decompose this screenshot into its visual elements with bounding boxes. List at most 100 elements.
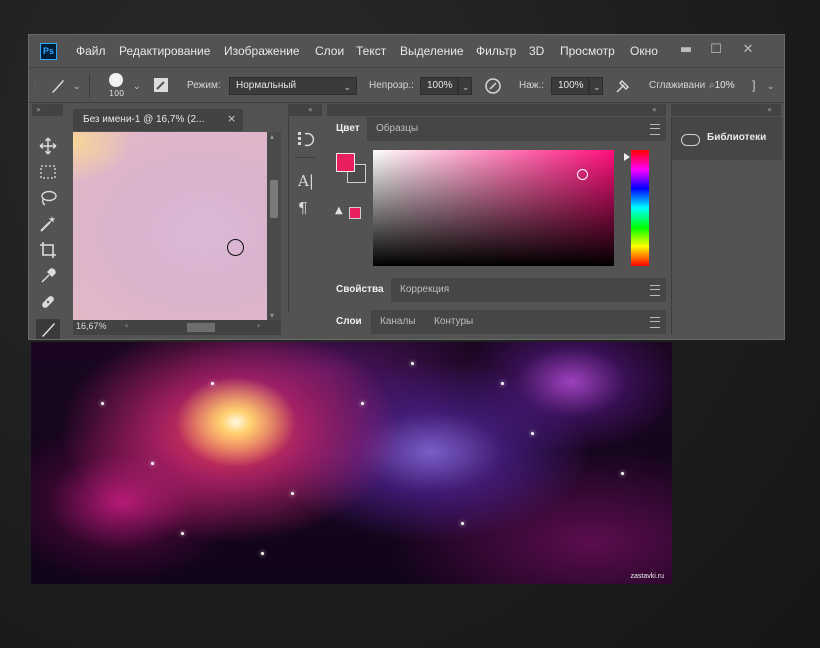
history-icon[interactable] bbox=[297, 130, 315, 148]
photoshop-logo: Ps bbox=[40, 43, 57, 60]
scroll-up-icon[interactable]: ▴ bbox=[270, 132, 274, 141]
menu-image[interactable]: Изображение bbox=[224, 44, 300, 58]
tab-channels[interactable]: Каналы bbox=[371, 310, 425, 334]
options-grip: ⋮ bbox=[31, 82, 39, 91]
lasso-tool-icon[interactable] bbox=[39, 189, 57, 207]
marquee-tool-icon[interactable] bbox=[39, 163, 57, 181]
flow-dropdown[interactable]: ⌄ bbox=[589, 77, 603, 95]
scrollbar-thumb[interactable] bbox=[270, 180, 278, 218]
bracket-icon: ] bbox=[751, 79, 756, 93]
menu-file[interactable]: Файл bbox=[76, 44, 106, 58]
star bbox=[531, 432, 534, 435]
pressure-opacity-icon[interactable] bbox=[484, 77, 502, 95]
tab-color[interactable]: Цвет bbox=[327, 117, 369, 141]
crop-tool-icon[interactable] bbox=[39, 241, 57, 259]
layers-panel-header: Слои Каналы Контуры bbox=[327, 310, 666, 334]
flow-input[interactable]: 100% bbox=[551, 77, 589, 95]
color-picker-handle[interactable] bbox=[577, 169, 588, 180]
opacity-dropdown[interactable]: ⌄ bbox=[458, 77, 472, 95]
chevron-down-icon: ⌄ bbox=[462, 82, 470, 92]
smoothing-input[interactable]: ⌕10% bbox=[709, 77, 745, 95]
mode-label: Режим: bbox=[187, 80, 221, 91]
brush-preset-icon[interactable] bbox=[49, 77, 67, 95]
document-title: Без имени-1 @ 16,7% (2... bbox=[83, 114, 205, 125]
character-icon[interactable]: A| bbox=[298, 172, 314, 190]
horizontal-scrollbar-thumb[interactable] bbox=[187, 323, 215, 332]
zoom-level[interactable]: 16,67% bbox=[76, 321, 107, 331]
maximize-button[interactable]: ☐ bbox=[707, 42, 725, 58]
brush-settings-icon[interactable] bbox=[153, 77, 169, 93]
brush-tool-button[interactable] bbox=[36, 319, 60, 339]
mode-select[interactable]: Нормальный ⌄ bbox=[229, 77, 357, 95]
document-tab[interactable]: Без имени-1 @ 16,7% (2... × bbox=[73, 109, 243, 131]
move-tool-icon[interactable] bbox=[39, 137, 57, 155]
menu-select[interactable]: Выделение bbox=[400, 44, 464, 58]
foreground-color-swatch[interactable] bbox=[336, 153, 355, 172]
mode-select-value: Нормальный bbox=[236, 80, 297, 91]
close-button[interactable]: ✕ bbox=[739, 42, 757, 58]
menu-filter[interactable]: Фильтр bbox=[476, 44, 516, 58]
opacity-input[interactable]: 100% bbox=[420, 77, 458, 95]
star bbox=[501, 382, 504, 385]
libraries-panel: Библиотеки bbox=[671, 117, 782, 335]
paragraph-icon[interactable]: ¶ bbox=[298, 199, 308, 217]
menu-view[interactable]: Просмотр bbox=[560, 44, 615, 58]
star bbox=[291, 492, 294, 495]
chevron-down-icon[interactable]: ⌄ bbox=[767, 82, 775, 92]
divider bbox=[295, 157, 315, 158]
scroll-left-icon[interactable]: ‹ bbox=[125, 321, 128, 330]
gamut-warning-icon[interactable]: ▲ bbox=[335, 205, 343, 216]
star bbox=[151, 462, 154, 465]
hue-marker[interactable] bbox=[624, 153, 630, 161]
menu-3d[interactable]: 3D bbox=[529, 44, 544, 58]
brush-size-value: 100 bbox=[109, 89, 125, 98]
panel-menu-icon[interactable] bbox=[650, 124, 660, 135]
tools-collapse-strip[interactable]: » bbox=[32, 104, 63, 116]
collapse-icon: « bbox=[308, 105, 313, 114]
panel-menu-icon[interactable] bbox=[650, 317, 660, 328]
tab-layers[interactable]: Слои bbox=[327, 310, 371, 334]
chevron-down-icon[interactable]: ⌄ bbox=[133, 82, 141, 92]
divider bbox=[89, 74, 90, 98]
galaxy-image: zastavki.ru bbox=[31, 342, 672, 584]
watermark: zastavki.ru bbox=[630, 573, 664, 580]
tab-paths[interactable]: Контуры bbox=[425, 310, 483, 334]
panel-collapse-strip[interactable]: « bbox=[327, 104, 666, 116]
tools-panel bbox=[32, 127, 63, 339]
healing-brush-tool-icon[interactable] bbox=[39, 293, 57, 311]
airbrush-icon[interactable] bbox=[614, 77, 632, 95]
creative-cloud-icon bbox=[681, 134, 700, 146]
panel-collapse-strip[interactable]: « bbox=[671, 104, 781, 116]
scroll-right-icon[interactable]: › bbox=[257, 321, 260, 330]
panel-menu-icon[interactable] bbox=[650, 285, 660, 296]
star bbox=[211, 382, 214, 385]
smoothing-value: 10% bbox=[714, 80, 735, 91]
menu-type[interactable]: Текст bbox=[356, 44, 386, 58]
tab-adjustments[interactable]: Коррекция bbox=[391, 278, 459, 302]
menu-layers[interactable]: Слои bbox=[315, 44, 344, 58]
eyedropper-tool-icon[interactable] bbox=[39, 267, 57, 285]
magic-wand-tool-icon[interactable] bbox=[39, 215, 57, 233]
color-field[interactable] bbox=[373, 150, 614, 266]
gamut-color-swatch[interactable] bbox=[349, 207, 361, 219]
collapse-icon: » bbox=[36, 105, 41, 114]
menu-edit[interactable]: Редактирование bbox=[119, 44, 210, 58]
collapse-icon: « bbox=[652, 105, 657, 114]
chevron-down-icon: ⌄ bbox=[343, 82, 351, 92]
tab-swatches[interactable]: Образцы bbox=[367, 117, 428, 141]
hue-slider[interactable] bbox=[631, 150, 649, 266]
tab-properties[interactable]: Свойства bbox=[327, 278, 393, 302]
brush-tip-icon[interactable] bbox=[109, 73, 123, 87]
panel-collapse-strip[interactable]: « bbox=[288, 104, 322, 116]
vertical-scrollbar[interactable]: ▴ ▾ bbox=[267, 132, 281, 320]
menu-window[interactable]: Окно bbox=[630, 44, 658, 58]
star bbox=[101, 402, 104, 405]
close-document-icon[interactable]: × bbox=[227, 112, 236, 125]
libraries-header[interactable]: Библиотеки bbox=[672, 117, 782, 160]
opacity-label: Непрозр.: bbox=[369, 80, 414, 91]
minimize-button[interactable]: ▬ bbox=[677, 42, 695, 58]
scroll-down-icon[interactable]: ▾ bbox=[270, 311, 274, 320]
chevron-down-icon[interactable]: ⌄ bbox=[73, 82, 81, 92]
brush-cursor bbox=[227, 239, 244, 256]
document-canvas[interactable] bbox=[73, 132, 267, 320]
